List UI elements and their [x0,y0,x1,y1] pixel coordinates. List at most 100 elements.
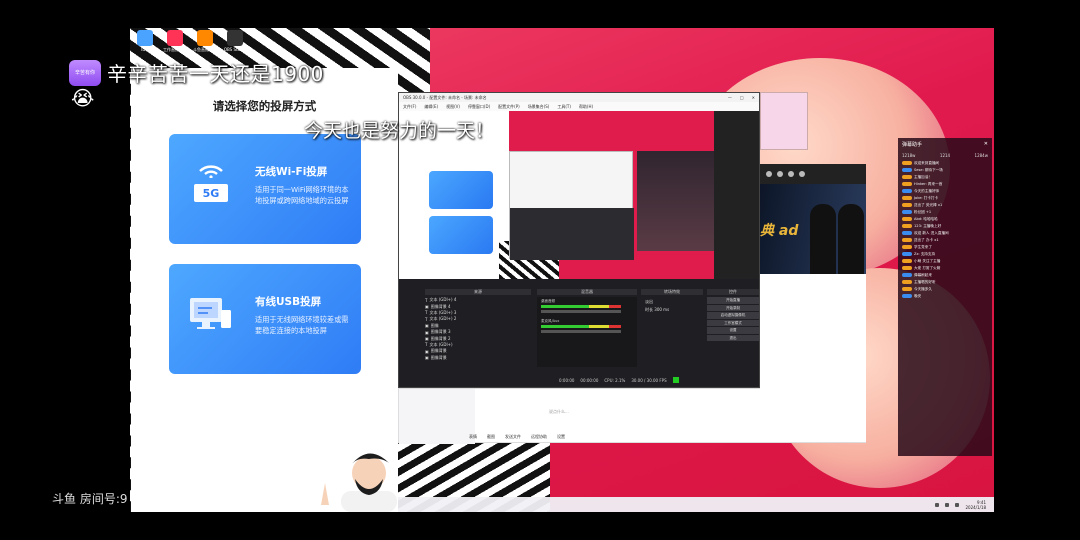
event-banner[interactable]: 典 ad [760,184,866,274]
settings-button[interactable]: 设置 [707,327,759,334]
danmu-stats: 1218w 1214 1284w [898,151,992,160]
banner-person [810,204,836,274]
fps-readout: 30.00 / 30.00 FPS [631,377,667,383]
danmu-message: Hinker: 再来一首 [898,181,992,188]
preview-wifi-card [429,171,493,209]
wifi-option-title: 无线Wi-Fi投屏 [255,166,328,178]
danmu-panel: 弹幕助手 ✕ 1218w 1214 1284w 欢迎来到直播间 Sese: 期待下… [898,138,992,456]
emoji-button[interactable]: 表情 [469,434,477,440]
volume-slider[interactable] [541,310,621,313]
image-icon: ▣ [425,355,429,361]
source-row[interactable]: ▣ 图像背景 [425,355,531,361]
nav-icon[interactable] [766,171,772,177]
danmu-message: 送出了 荧光棒 x1 [898,202,992,209]
fan-badge-icon [902,252,912,256]
source-label: 图像背景 3 [430,329,451,335]
nav-icon[interactable] [799,171,805,177]
danmu-message: 今天的主播好帅 [898,188,992,195]
tray-icon[interactable] [955,502,960,507]
source-label: 图像背景 4 [430,303,451,309]
fan-badge-icon [902,175,912,179]
desktop-icon[interactable]: IDM [132,30,158,53]
menu-edit[interactable]: 编辑(E) [424,104,438,110]
window-controls: — □ ✕ [728,95,759,100]
app-icon [197,30,213,46]
virtual-camera-button[interactable]: 启动虚拟摄像机 [707,312,759,319]
danmu-text: 晚安 [914,294,922,298]
danmu-title: 弹幕助手 [902,142,923,148]
menu-file[interactable]: 文件(F) [403,104,416,110]
sources-dock-header: 来源 [425,289,531,295]
obs-menubar: 文件(F) 编辑(E) 视图(V) 停靠窗口(D) 配置文件(P) 场景集合(S… [399,102,759,111]
start-recording-button[interactable]: 开始录制 [707,304,759,311]
overlay-text-2: 今天也是努力的一天！ [304,120,495,142]
studio-mode-button[interactable]: 工作室模式 [707,319,759,326]
track-label: 桌面音频 [541,299,555,303]
exit-button[interactable]: 退出 [707,334,759,341]
danmu-text: 送出了 办卡 x1 [914,238,939,242]
usb-option-desc: 适用于无线网络环境较差或需要稳定连接的本地投屏 [255,315,349,335]
desktop-icon[interactable]: OBS Studio [222,30,248,53]
minimize-icon[interactable]: — [728,95,732,100]
danmu-list: 欢迎来到直播间 Sese: 期待下一场 主播加油！ Hinker: 再来一首 今天的主播… [898,160,992,300]
banner-logo: 典 ad [760,223,799,239]
fan-badge-icon [902,245,912,249]
screenshot-button[interactable]: 截图 [487,434,495,440]
obs-docks: 来源 混音器 转场特效 控件 T 文本 (GDI+) 4 ▣ 图像背景 4 T 文本 … [399,279,759,387]
maximize-icon[interactable]: □ [740,95,744,100]
overlay-headline: 辛苦有你 辛辛苦苦一天还是1900 [69,58,324,87]
fan-badge-icon [902,210,912,214]
audio-mixer: 桌面音频 麦克风/Aux [537,297,637,367]
track-label: 麦克风/Aux [541,319,560,323]
start-streaming-button[interactable]: 开始直播 [707,297,759,304]
send-file-button[interactable]: 发送文件 [505,434,521,440]
menu-view[interactable]: 视图(V) [446,104,460,110]
nav-icon[interactable] [777,171,783,177]
taskbar-clock[interactable]: 9:41 2024/1/18 [965,500,986,510]
stat-value: 1214 [939,153,951,158]
usb-cast-option[interactable]: 有线USB投屏 适用于无线网络环境较差或需要稳定连接的本地投屏 [169,264,361,374]
danmu-text: Sese: 期待下一场 [914,168,943,172]
desktop-icon-label: 工作直播伴侣 [163,47,187,52]
danmu-text: 大佬 打赏了火箭 [914,266,941,270]
sources-list: T 文本 (GDI+) 4 ▣ 图像背景 4 T 文本 (GDI+) 3 T 文本 (G… [425,297,531,361]
transition-duration[interactable]: 时长 300 ms [645,307,669,313]
menu-tools[interactable]: 工具(T) [557,104,571,110]
desktop-icon[interactable]: 斗鱼直播工具 [192,30,218,53]
settings-button[interactable]: 设置 [557,434,565,440]
wifi-cast-option[interactable]: 5G 无线Wi-Fi投屏 适用于同一WiFi网络环境的本地投屏或跨网络地域的云投… [169,134,361,244]
danmu-message: 学生党来了 [898,244,992,251]
controls-dock: 开始直播 开始录制 启动虚拟摄像机 工作室模式 设置 退出 [707,297,759,342]
transition-select[interactable]: 淡出 [645,299,653,305]
background-window [760,92,808,150]
close-icon[interactable]: ✕ [752,95,755,100]
image-icon: ▣ [425,323,429,329]
fan-badge-icon [902,168,912,172]
menu-profile[interactable]: 配置文件(P) [498,104,520,110]
menu-help[interactable]: 帮助(H) [579,104,593,110]
desktop-icons: IDM 工作直播伴侣 斗鱼直播工具 OBS Studio [132,30,248,53]
status-indicator [672,377,679,383]
source-label: 图像背景 [430,348,447,354]
chat-toolbar: 表情 截图 发送文件 远程协助 设置 [469,434,565,440]
danmu-text: 小萌 关注了主播 [914,259,941,263]
tray-icon[interactable] [945,502,950,507]
close-icon[interactable]: ✕ [984,141,988,148]
danmu-message: Sese: 期待下一场 [898,167,992,174]
tray-icon[interactable] [935,502,940,507]
menu-scene-collection[interactable]: 场景集合(S) [528,104,550,110]
menu-docks[interactable]: 停靠窗口(D) [468,104,490,110]
wifi-option-desc: 适用于同一WiFi网络环境的本地投屏或跨网络地域的云投屏 [255,185,349,205]
volume-slider[interactable] [541,330,621,333]
taskbar: 9:41 2024/1/18 [398,497,994,512]
danmu-text: Joke: 打卡打卡 [914,196,939,200]
desktop-icon[interactable]: 工作直播伴侣 [162,30,188,53]
chat-input[interactable]: 说点什么... [549,409,569,415]
remote-assist-button[interactable]: 远程协助 [531,434,547,440]
app-icon [227,30,243,46]
text-icon: T [425,316,428,322]
fan-badge-icon [902,182,912,186]
preview-usb-card [429,216,493,254]
nav-icon[interactable] [788,171,794,177]
danmu-text: 欢迎来到直播间 [914,161,940,165]
